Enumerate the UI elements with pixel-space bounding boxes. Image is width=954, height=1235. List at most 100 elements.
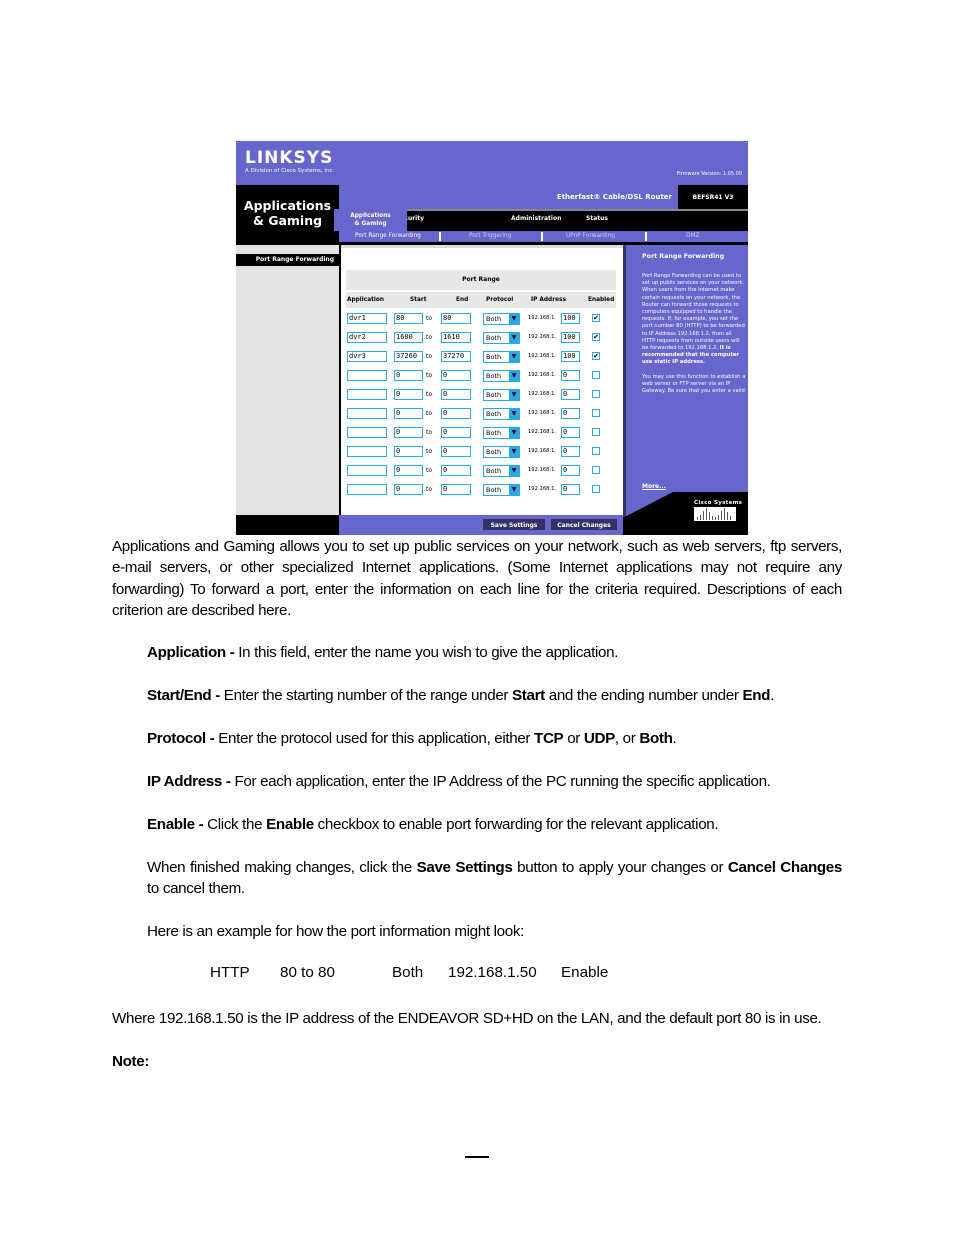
- application-input[interactable]: dvr2: [347, 332, 387, 343]
- start-port-input[interactable]: 0: [394, 389, 423, 400]
- enabled-checkbox[interactable]: [592, 447, 600, 455]
- start-port-input[interactable]: 0: [394, 465, 423, 476]
- def-text: or: [563, 730, 584, 747]
- start-port-input[interactable]: 0: [394, 446, 423, 457]
- protocol-select[interactable]: Both ▼: [483, 446, 520, 458]
- tab-status[interactable]: Status: [586, 215, 608, 222]
- start-port-input[interactable]: 37260: [394, 351, 423, 362]
- ip-last-octet-input[interactable]: 0: [561, 389, 580, 400]
- protocol-select[interactable]: Both ▼: [483, 370, 520, 382]
- dropdown-arrow-icon[interactable]: ▼: [509, 371, 519, 381]
- port-row: 0 to 0 Both ▼ 192.168.1. 0: [341, 465, 623, 484]
- application-input[interactable]: dvr3: [347, 351, 387, 362]
- protocol-select[interactable]: Both ▼: [483, 351, 520, 363]
- end-port-input[interactable]: 0: [441, 484, 471, 495]
- application-input[interactable]: [347, 446, 387, 457]
- dropdown-arrow-icon[interactable]: ▼: [509, 314, 519, 324]
- to-label: to: [426, 353, 433, 360]
- ip-last-octet-input[interactable]: 0: [561, 446, 580, 457]
- save-settings-button[interactable]: Save Settings: [483, 519, 545, 530]
- enabled-checkbox[interactable]: [592, 485, 600, 493]
- protocol-select[interactable]: Both ▼: [483, 427, 520, 439]
- dropdown-arrow-icon[interactable]: ▼: [509, 428, 519, 438]
- start-port-input[interactable]: 1600: [394, 332, 423, 343]
- term-enable: Enable -: [147, 816, 204, 833]
- application-input[interactable]: [347, 427, 387, 438]
- dropdown-arrow-icon[interactable]: ▼: [509, 352, 519, 362]
- tab-applications-gaming[interactable]: Applications & Gaming: [334, 209, 407, 231]
- enabled-checkbox[interactable]: [592, 428, 600, 436]
- end-port-input[interactable]: 0: [441, 408, 471, 419]
- protocol-select[interactable]: Both ▼: [483, 389, 520, 401]
- bold-end: End: [742, 687, 771, 704]
- ip-last-octet-input[interactable]: 0: [561, 427, 580, 438]
- ip-last-octet-input[interactable]: 0: [561, 408, 580, 419]
- application-input[interactable]: [347, 389, 387, 400]
- intro-paragraph: Applications and Gaming allows you to se…: [112, 538, 842, 620]
- enabled-checkbox[interactable]: [592, 409, 600, 417]
- protocol-select[interactable]: Both ▼: [483, 484, 520, 496]
- help-panel: Port Range Forwarding Port Range Forward…: [623, 245, 748, 535]
- enabled-checkbox[interactable]: ✔: [592, 333, 600, 341]
- cancel-changes-button[interactable]: Cancel Changes: [551, 519, 617, 530]
- example-ip: 192.168.1.50: [448, 964, 537, 981]
- dropdown-arrow-icon[interactable]: ▼: [509, 485, 519, 495]
- dropdown-arrow-icon[interactable]: ▼: [509, 466, 519, 476]
- end-port-input[interactable]: 80: [441, 313, 471, 324]
- end-port-input[interactable]: 0: [441, 370, 471, 381]
- ip-last-octet-input[interactable]: 100: [561, 313, 580, 324]
- protocol-value: Both: [486, 315, 502, 323]
- protocol-value: Both: [486, 334, 502, 342]
- end-port-input[interactable]: 0: [441, 427, 471, 438]
- subtab-dmz[interactable]: DMZ: [686, 233, 699, 239]
- ip-last-octet-input[interactable]: 0: [561, 370, 580, 381]
- enabled-checkbox[interactable]: [592, 371, 600, 379]
- ip-last-octet-input[interactable]: 0: [561, 465, 580, 476]
- tab-administration[interactable]: Administration: [511, 215, 561, 222]
- protocol-value: Both: [486, 448, 502, 456]
- start-port-input[interactable]: 80: [394, 313, 423, 324]
- subtab-port-triggering[interactable]: Port Triggering: [469, 233, 511, 239]
- cisco-logo-text: Cisco Systems: [694, 500, 743, 506]
- protocol-select[interactable]: Both ▼: [483, 313, 520, 325]
- def-text: to cancel them.: [147, 880, 245, 898]
- def-text: .: [672, 730, 677, 747]
- end-port-input[interactable]: 0: [441, 446, 471, 457]
- application-input[interactable]: dvr1: [347, 313, 387, 324]
- application-input[interactable]: [347, 484, 387, 495]
- enabled-checkbox[interactable]: ✔: [592, 352, 600, 360]
- enabled-checkbox[interactable]: [592, 390, 600, 398]
- start-port-input[interactable]: 0: [394, 370, 423, 381]
- protocol-select[interactable]: Both ▼: [483, 465, 520, 477]
- ip-last-octet-input[interactable]: 0: [561, 484, 580, 495]
- start-port-input[interactable]: 0: [394, 408, 423, 419]
- dropdown-arrow-icon[interactable]: ▼: [509, 390, 519, 400]
- dropdown-arrow-icon[interactable]: ▼: [509, 409, 519, 419]
- end-port-input[interactable]: 1610: [441, 332, 471, 343]
- dropdown-arrow-icon[interactable]: ▼: [509, 333, 519, 343]
- ip-last-octet-input[interactable]: 100: [561, 351, 580, 362]
- to-label: to: [426, 372, 433, 379]
- subtab-upnp-forwarding[interactable]: UPnP Forwarding: [566, 233, 615, 239]
- finish-paragraph: When finished making changes, click the …: [147, 857, 842, 900]
- subtab-port-range-forwarding[interactable]: Port Range Forwarding: [355, 233, 421, 239]
- port-row: dvr2 1600 to 1610 Both ▼ 192.168.1. 100 ✔: [341, 332, 623, 351]
- help-more-link[interactable]: More...: [642, 483, 666, 490]
- application-input[interactable]: [347, 370, 387, 381]
- enabled-checkbox[interactable]: [592, 466, 600, 474]
- tab-label-line1: Applications: [350, 213, 391, 219]
- term-protocol: Protocol -: [147, 730, 215, 747]
- start-port-input[interactable]: 0: [394, 484, 423, 495]
- application-input[interactable]: [347, 465, 387, 476]
- enabled-checkbox[interactable]: ✔: [592, 314, 600, 322]
- protocol-select[interactable]: Both ▼: [483, 332, 520, 344]
- application-input[interactable]: [347, 408, 387, 419]
- start-port-input[interactable]: 0: [394, 427, 423, 438]
- dropdown-arrow-icon[interactable]: ▼: [509, 447, 519, 457]
- end-port-input[interactable]: 37270: [441, 351, 471, 362]
- ip-last-octet-input[interactable]: 100: [561, 332, 580, 343]
- protocol-select[interactable]: Both ▼: [483, 408, 520, 420]
- subtab-separator: [645, 232, 647, 241]
- end-port-input[interactable]: 0: [441, 465, 471, 476]
- end-port-input[interactable]: 0: [441, 389, 471, 400]
